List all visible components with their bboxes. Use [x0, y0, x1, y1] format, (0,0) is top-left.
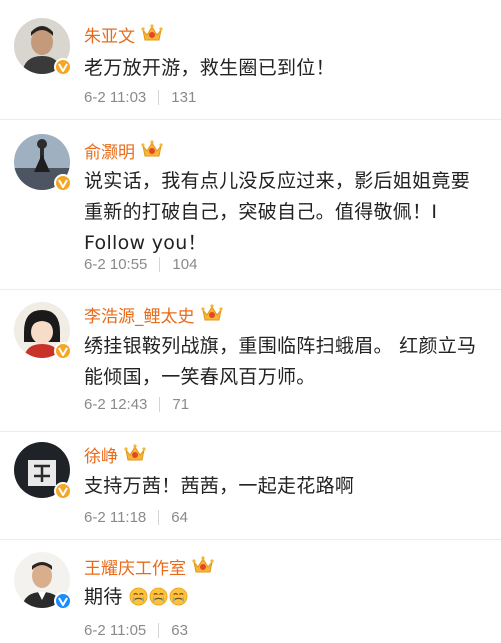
- username-link[interactable]: 朱亚文: [84, 22, 135, 47]
- like-count[interactable]: 104: [172, 256, 197, 273]
- comment-item: 俞灏明 说实话，我有点儿没反应过来，影后姐姐竟要重新的打破自己，突破自己。值得敬…: [0, 120, 501, 290]
- tearful-face-emoji-icon: [169, 585, 188, 606]
- username-link[interactable]: 徐峥: [84, 442, 118, 467]
- avatar[interactable]: [14, 442, 72, 500]
- divider: [159, 396, 161, 412]
- comment-text: 期待: [84, 582, 481, 613]
- comment-text: 说实话，我有点儿没反应过来，影后姐姐竟要重新的打破自己，突破自己。值得敬佩！I …: [84, 170, 471, 254]
- username-row: 徐峥: [84, 442, 146, 467]
- comment-text-content: 期待: [84, 586, 123, 608]
- comment-item: 李浩源_鲤太史 绣挂银鞍列战旗，重围临阵扫蛾眉。 红颜立马能倾国，一笑春风百万师…: [0, 290, 501, 432]
- comment-date: 6-2 12:43: [84, 395, 148, 413]
- vip-crown-icon[interactable]: [200, 304, 223, 324]
- username-row: 俞灏明: [84, 138, 163, 163]
- comment-feed: 朱亚文 老万放开游，救生圈已到位！ 6-2 11:03 131 俞灏明 说实话，…: [0, 0, 501, 643]
- like-count[interactable]: 131: [171, 89, 196, 106]
- tearful-face-emoji-icon: [129, 585, 148, 606]
- avatar[interactable]: [14, 18, 72, 76]
- verified-orange-v-icon: [54, 342, 72, 360]
- vip-crown-icon[interactable]: [124, 444, 146, 464]
- username-row: 王耀庆工作室: [84, 554, 214, 579]
- vip-crown-icon[interactable]: [141, 24, 163, 44]
- like-count[interactable]: 71: [172, 396, 189, 413]
- comment-meta: 6-2 12:43 71: [84, 394, 189, 414]
- username-row: 李浩源_鲤太史: [84, 302, 223, 327]
- comment-meta: 6-2 11:03 131: [84, 87, 196, 107]
- divider: [158, 509, 160, 525]
- comment-date: 6-2 11:18: [84, 508, 147, 526]
- verified-blue-v-icon: [54, 592, 72, 610]
- like-count[interactable]: 64: [171, 509, 188, 526]
- divider: [158, 622, 160, 638]
- comment-text: 支持万茜！茜茜，一起走花路啊: [84, 475, 355, 497]
- comment-meta: 6-2 11:18 64: [84, 507, 188, 527]
- verified-orange-v-icon: [54, 58, 72, 76]
- username-link[interactable]: 李浩源_鲤太史: [84, 302, 195, 327]
- comment-date: 6-2 11:05: [84, 621, 147, 639]
- vip-crown-icon[interactable]: [141, 140, 163, 160]
- comment-date: 6-2 11:03: [84, 88, 147, 106]
- comment-item: 徐峥 支持万茜！茜茜，一起走花路啊 6-2 11:18 64: [0, 432, 501, 540]
- divider: [158, 89, 160, 105]
- avatar[interactable]: [14, 552, 72, 610]
- comment-item: 朱亚文 老万放开游，救生圈已到位！ 6-2 11:03 131: [0, 0, 501, 120]
- comment-text: 绣挂银鞍列战旗，重围临阵扫蛾眉。 红颜立马能倾国，一笑春风百万师。: [84, 335, 477, 388]
- comment-text: 老万放开游，救生圈已到位！: [84, 57, 335, 79]
- comment-date: 6-2 10:55: [84, 255, 148, 273]
- vip-crown-icon[interactable]: [192, 556, 214, 576]
- username-row: 朱亚文: [84, 22, 163, 47]
- username-link[interactable]: 王耀庆工作室: [84, 554, 186, 579]
- verified-orange-v-icon: [54, 174, 72, 192]
- avatar[interactable]: [14, 134, 72, 192]
- divider: [159, 256, 161, 272]
- comment-item: 王耀庆工作室 期待 6-2 11:05 63: [0, 540, 501, 643]
- tearful-face-emoji-icon: [149, 585, 168, 606]
- comment-meta: 6-2 11:05 63: [84, 620, 188, 640]
- username-link[interactable]: 俞灏明: [84, 138, 135, 163]
- comment-meta: 6-2 10:55 104: [84, 254, 197, 274]
- avatar[interactable]: [14, 302, 72, 360]
- like-count[interactable]: 63: [171, 622, 188, 639]
- verified-orange-v-icon: [54, 482, 72, 500]
